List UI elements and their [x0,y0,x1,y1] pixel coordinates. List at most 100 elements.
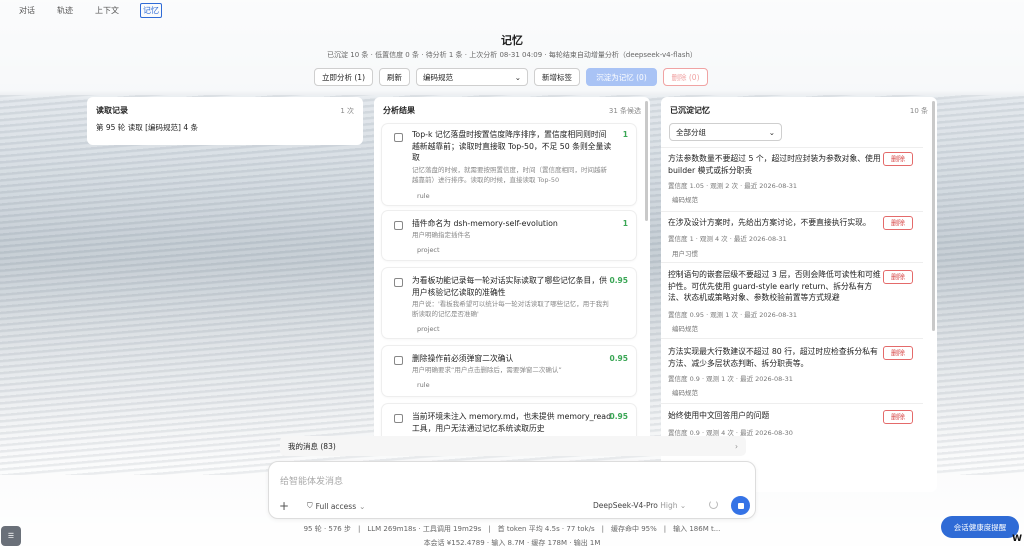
refresh-button[interactable]: 刷新 [379,68,411,86]
candidate-card[interactable]: 插件命名为 dsh-memory-self-evolution 1 用户明确指定… [382,211,636,260]
memory-item: 控制语句的嵌套层级不要超过 3 层，否则会降低可读性和可维护性。可优先使用 gu… [661,265,923,337]
memory-meta: 置信度 1 · 观测 4 次 · 最近 2026-08-31 [668,235,787,243]
plus-icon[interactable]: + [279,499,289,513]
read-log-panel: 读取记录 1 次 第 95 轮 读取 [编码规范] 4 条 [87,97,363,145]
candidate-card[interactable]: 删除操作前必须弹窗二次确认 0.95 用户明确要求“用户点击删除后，需要弹窗二次… [382,346,636,396]
candidate-checkbox[interactable] [394,278,403,287]
shield-icon: ⛉ [307,501,313,510]
my-messages-bar[interactable]: 我的消息 (83) › [280,436,746,456]
app-icon[interactable]: ☰ [1,526,21,546]
delete-memory-button[interactable]: 删除 [883,270,913,284]
memory-title: 控制语句的嵌套层级不要超过 3 层，否则会降低可读性和可维护性。可优先使用 gu… [668,270,881,302]
stop-icon [737,502,744,509]
session-stats: 95 轮 · 576 步 | LLM 269m18s · 工具调用 19m29s… [303,525,721,533]
candidate-desc: 用户明确指定插件名 [412,231,471,239]
candidate-score: 0.95 [609,354,628,363]
analyze-now-button[interactable]: 立即分析 (1) [314,68,374,86]
memories-panel: 已沉淀记忆 10 条 全部分组 ⌄ 方法参数数量不要超过 5 个，超过时应封装为… [661,97,937,492]
chevron-down-icon: ⌄ [679,501,687,510]
memories-scrollbar[interactable] [932,101,935,331]
loading-spinner-icon [709,500,718,509]
candidate-checkbox[interactable] [394,221,403,230]
session-cost: 本会话 ¥152.4789 · 输入 8.7M · 缓存 178M · 输出 1… [423,539,601,546]
candidate-tag: project [417,325,440,333]
memory-meta: 置信度 0.95 · 观测 1 次 · 最近 2026-08-31 [668,311,798,319]
analysis-scrollbar[interactable] [645,101,648,221]
group-select[interactable]: 编码规范 ⌄ [416,68,529,86]
memory-tag: 用户习惯 [672,250,698,258]
memory-item: 方法参数数量不要超过 5 个，超过时应封装为参数对象、使用 builder 模式… [661,149,923,209]
analysis-title: 分析结果 [383,106,415,115]
candidate-title: 为看板功能记录每一轮对话实际读取了哪些记忆条目，供用户核验记忆读取的准确性 [412,276,607,297]
candidate-tag: rule [417,192,430,200]
chevron-right-icon: › [735,441,738,451]
memory-meta: 置信度 0.9 · 观测 1 次 · 最近 2026-08-31 [668,375,793,383]
memory-title: 在涉及设计方案时，先给出方案讨论，不要直接执行实现。 [668,218,871,227]
memories-title: 已沉淀记忆 [670,106,710,115]
candidate-card[interactable]: 为看板功能记录每一轮对话实际读取了哪些记忆条目，供用户核验记忆读取的准确性 0.… [382,268,636,338]
divider [661,147,923,148]
candidate-checkbox[interactable] [394,133,403,142]
candidate-title: 当前环境未注入 memory.md，也未提供 memory_read 工具，用户… [412,412,612,433]
model-name: DeepSeek-V4-Pro [593,501,658,510]
memory-item: 方法实现最大行数建议不超过 80 行，超过时应检查拆分私有方法、减少多层状态判断… [661,340,923,400]
model-selector[interactable]: DeepSeek-V4-Pro High ⌄ [593,501,686,510]
candidate-desc: 用户明确要求“用户点击删除后，需要弹窗二次确认” [412,366,562,374]
group-select-value: 编码规范 [423,72,454,82]
divider [661,338,923,339]
page-subtitle: 已沉淀 10 条 · 低置信度 0 条 · 待分析 1 条 · 上次分析 08-… [327,51,697,59]
corner-logo-icon: W [1012,534,1022,544]
delete-memory-button[interactable]: 删除 [883,346,913,360]
memory-tag: 编码规范 [672,389,698,397]
page-title: 记忆 [501,34,523,47]
memory-group-filter[interactable]: 全部分组 ⌄ [669,123,782,141]
candidate-desc: 用户说：'看板我希望可以统计每一轮对话读取了哪些记忆，用于我判断读取的记忆是否准… [412,300,609,318]
delete-memory-button[interactable]: 删除 [883,410,913,424]
analysis-panel: 分析结果 31 条候选 Top-k 记忆落盘时按置信度降序排序，置信度相同则时间… [374,97,650,442]
toolbar: 立即分析 (1) 刷新 编码规范 ⌄ 新增标签 沉淀为记忆 (0) 删除 (0) [314,68,709,86]
candidate-score: 0.95 [609,412,628,421]
candidate-card[interactable]: Top-k 记忆落盘时按置信度降序排序，置信度相同则时间越新越靠前；读取时直接取… [382,124,636,205]
read-log-entry[interactable]: 第 95 轮 读取 [编码规范] 4 条 [96,122,198,133]
tab-context[interactable]: 上下文 [94,3,120,18]
tab-memory[interactable]: 记忆 [140,2,162,18]
memory-title: 方法实现最大行数建议不超过 80 行，超过时应检查拆分私有方法、减少多层状态判断… [668,347,878,368]
chevron-down-icon: ⌄ [359,501,366,511]
delete-selected-button[interactable]: 删除 (0) [663,68,709,86]
deposit-memory-button[interactable]: 沉淀为记忆 (0) [586,68,658,86]
memory-item: 在涉及设计方案时，先给出方案讨论，不要直接执行实现。 置信度 1 · 观测 4 … [661,213,923,265]
message-input[interactable]: 给智能体发消息 [280,474,343,487]
read-log-header: 读取记录 1 次 [87,97,363,116]
candidate-title: Top-k 记忆落盘时按置信度降序排序，置信度相同则时间越新越靠前；读取时直接取… [412,130,612,162]
top-tabs: 对话 轨迹 上下文 记忆 [0,0,1024,20]
analysis-header: 分析结果 31 条候选 [374,97,650,116]
memories-header: 已沉淀记忆 10 条 [661,97,937,116]
candidate-score: 1 [622,219,628,228]
candidate-score: 0.95 [609,276,628,285]
candidate-checkbox[interactable] [394,356,403,365]
add-tag-button[interactable]: 新增标签 [534,68,581,86]
access-label: Full access [315,501,357,511]
tab-chat[interactable]: 对话 [18,3,36,18]
read-log-title: 读取记录 [96,106,128,115]
candidate-title: 删除操作前必须弹窗二次确认 [412,354,514,363]
message-input-box[interactable]: 给智能体发消息 + ⛉ Full access ⌄ DeepSeek-V4-Pr… [268,461,756,519]
memories-count: 10 条 [909,106,928,115]
candidate-score: 1 [622,130,628,139]
delete-memory-button[interactable]: 删除 [883,152,913,166]
access-selector[interactable]: ⛉ Full access ⌄ [307,501,365,511]
memory-title: 方法参数数量不要超过 5 个，超过时应封装为参数对象、使用 builder 模式… [668,154,881,175]
chevron-down-icon: ⌄ [768,127,775,137]
model-effort: High [660,501,678,510]
memory-meta: 置信度 1.05 · 观测 2 次 · 最近 2026-08-31 [668,182,798,190]
analysis-count: 31 条候选 [608,106,641,115]
candidate-desc: 记忆落盘的时候，就需要按照置信度，时间（置信度相同，时间越新越靠前）进行排序。读… [412,166,607,184]
candidate-title: 插件命名为 dsh-memory-self-evolution [412,219,558,228]
health-reminder-button[interactable]: 会话健康度提醒 [941,516,1019,538]
tab-trajectory[interactable]: 轨迹 [56,3,74,18]
delete-memory-button[interactable]: 删除 [883,216,913,230]
memory-tag: 编码规范 [672,325,698,333]
candidate-checkbox[interactable] [394,414,403,423]
stop-button[interactable] [731,496,750,515]
divider [661,403,923,404]
